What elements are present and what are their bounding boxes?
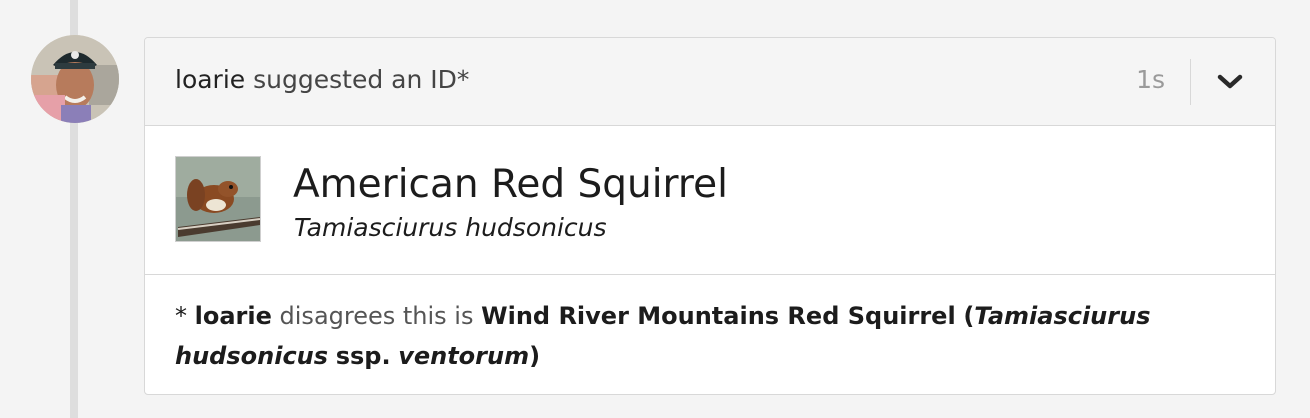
taxon-scientific-name[interactable]: Tamiasciurus hudsonicus [294, 213, 607, 243]
action-text: suggested an ID* [253, 65, 470, 94]
disagreement-note: * loarie disagrees this is Wind River Mo… [175, 296, 1235, 376]
identification-card: loarie suggested an ID* 1s American Red … [144, 37, 1276, 395]
asterisk: * [175, 302, 187, 330]
disagreement-text: disagrees this is [279, 302, 474, 330]
taxon-photo[interactable] [175, 156, 261, 242]
timestamp: 1s [1136, 65, 1165, 94]
card-header: loarie suggested an ID* 1s [145, 38, 1275, 126]
close-paren: ) [529, 342, 541, 370]
open-paren: ( [963, 302, 975, 330]
disagreement-username[interactable]: loarie [195, 302, 272, 330]
identification-title: loarie suggested an ID* [175, 65, 469, 95]
taxon-common-name[interactable]: American Red Squirrel [293, 161, 728, 209]
user-avatar[interactable] [31, 35, 119, 123]
subspecies-name[interactable]: ventorum [398, 342, 529, 370]
header-divider [1190, 59, 1191, 105]
disagreement-taxon-common[interactable]: Wind River Mountains Red Squirrel [481, 302, 956, 330]
rank-label: ssp. [335, 342, 391, 370]
taxon-row: American Red Squirrel Tamiasciurus hudso… [145, 126, 1275, 275]
chevron-down-icon[interactable] [1215, 69, 1245, 95]
username-link[interactable]: loarie [175, 65, 245, 94]
